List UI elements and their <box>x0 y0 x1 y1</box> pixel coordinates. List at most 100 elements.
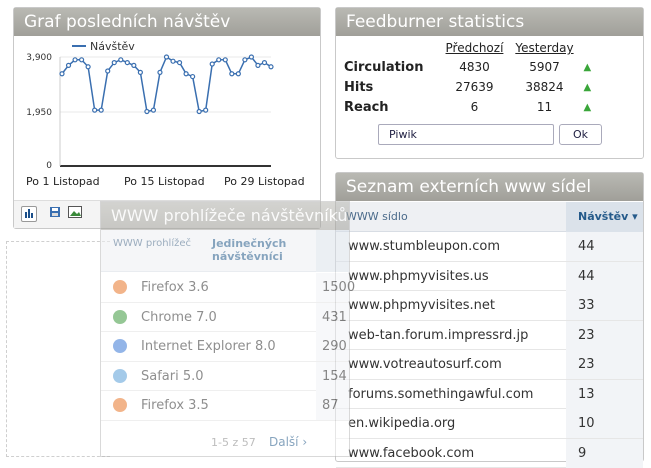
data-point <box>204 108 208 112</box>
pagination-count: 1-5 z 57 <box>211 436 256 449</box>
y-tick-label: 1,950 <box>26 108 52 118</box>
prev-value: 27639 <box>439 77 509 97</box>
browsers-pagination: 1-5 z 57 Další › <box>101 432 349 456</box>
data-point <box>106 69 110 73</box>
col-browser[interactable]: WWW prohlížeč <box>113 238 191 249</box>
browser-visitors: 290 <box>316 332 349 361</box>
site-visits: 23 <box>566 321 643 350</box>
col-yesterday: Yesterday <box>509 39 579 57</box>
prev-value: 4830 <box>439 57 509 77</box>
table-row[interactable]: www.phpmyvisites.us44 <box>336 262 643 292</box>
data-point <box>191 75 195 79</box>
feedburner-title: Feedburner statistics <box>336 8 643 36</box>
visits-line-chart: Návštěv 3,900 1,950 0 Po 1 Listopad Po 1… <box>14 37 320 199</box>
visits-graph-widget: Graf posledních návštěv Návštěv 3,900 1,… <box>13 7 321 229</box>
data-point <box>125 61 129 65</box>
data-point <box>138 70 142 74</box>
firefox-icon <box>113 280 127 294</box>
col-visits-sorted[interactable]: Návštěv ▾ <box>566 202 643 232</box>
table-row[interactable]: Firefox 3.61500 <box>101 273 349 303</box>
browsers-title-text: WWW prohlížeče návštěvníků <box>111 206 348 225</box>
data-point <box>178 61 182 65</box>
site-visits: 23 <box>566 350 643 379</box>
feedburner-row: Reach 6 11 ▲ <box>340 97 595 117</box>
row-label: Circulation <box>340 57 439 77</box>
data-point <box>158 70 162 74</box>
trend-up-icon: ▲ <box>579 97 595 117</box>
data-point <box>249 55 253 59</box>
data-point <box>119 58 123 62</box>
table-row[interactable]: web-tan.forum.impressrd.jp23 <box>336 321 643 351</box>
table-row[interactable]: www.stumbleupon.com44 <box>336 232 643 262</box>
data-point <box>151 108 155 112</box>
table-row[interactable]: en.wikipedia.org10 <box>336 409 643 439</box>
yesterday-value: 5907 <box>509 57 579 77</box>
sites-table-header: WWW sídlo Návštěv ▾ <box>336 202 643 232</box>
legend-label: Návštěv <box>90 40 135 53</box>
site-name: www.facebook.com <box>348 446 474 461</box>
next-page-link[interactable]: Další › <box>269 435 307 449</box>
data-point <box>197 110 201 114</box>
ok-button[interactable]: Ok <box>559 124 602 145</box>
table-row[interactable]: Chrome 7.0431 <box>101 303 349 333</box>
export-icon[interactable] <box>47 206 63 222</box>
data-point <box>236 72 240 76</box>
data-point <box>145 110 149 114</box>
data-point <box>86 65 90 69</box>
data-point <box>184 72 188 76</box>
row-label: Reach <box>340 97 439 117</box>
col-site[interactable]: WWW sídlo <box>346 210 408 223</box>
x-tick-label: Po 1 Listopad <box>26 175 100 188</box>
data-point <box>230 72 234 76</box>
col-unique-visitors[interactable]: Jedinečných návštěvníci <box>316 230 349 272</box>
data-point <box>217 58 221 62</box>
site-visits: 10 <box>566 409 643 438</box>
browsers-table-header: WWW prohlížeč Jedinečných návštěvníci <box>101 230 349 272</box>
image-icon[interactable] <box>67 206 83 222</box>
y-tick-label: 3,900 <box>26 53 52 63</box>
data-point <box>132 63 136 67</box>
data-point <box>243 58 247 62</box>
site-name: www.stumbleupon.com <box>348 239 500 254</box>
table-row[interactable]: Internet Explorer 8.0290 <box>101 332 349 362</box>
site-name: www.votreautosurf.com <box>348 357 502 372</box>
table-row[interactable]: Firefox 3.587 <box>101 391 349 421</box>
graph-title: Graf posledních návštěv <box>14 8 320 36</box>
x-tick-label: Po 15 Listopad <box>124 175 205 188</box>
yesterday-value: 38824 <box>509 77 579 97</box>
site-visits: 13 <box>566 380 643 409</box>
row-label: Hits <box>340 77 439 97</box>
y-tick-label: 0 <box>46 161 52 171</box>
ie-icon <box>113 339 127 353</box>
data-point <box>112 61 116 65</box>
col-unique-text: Jedinečných návštěvníci <box>212 237 292 263</box>
data-point <box>67 63 71 67</box>
external-sites-widget: Seznam externích www sídel WWW sídlo Náv… <box>335 172 644 462</box>
safari-icon <box>113 369 127 383</box>
firefox-icon <box>113 398 127 412</box>
data-point <box>269 65 273 69</box>
table-row[interactable]: Safari 5.0154 <box>101 362 349 392</box>
data-point <box>80 58 84 62</box>
table-row[interactable]: www.facebook.com9 <box>336 439 643 468</box>
browser-name: Firefox 3.6 <box>141 280 209 295</box>
table-row[interactable]: forums.somethingawful.com13 <box>336 380 643 410</box>
data-point <box>210 62 214 66</box>
yesterday-value: 11 <box>509 97 579 117</box>
trend-up-icon: ▲ <box>579 57 595 77</box>
table-row[interactable]: www.phpmyvisites.net33 <box>336 291 643 321</box>
table-row[interactable]: www.votreautosurf.com 23 <box>336 350 643 380</box>
site-visits: 33 <box>566 291 643 320</box>
data-point <box>262 61 266 65</box>
feed-name-input[interactable]: Piwik <box>378 124 554 145</box>
data-point <box>223 58 227 62</box>
browser-name: Firefox 3.5 <box>141 398 209 413</box>
bar-chart-icon[interactable] <box>21 206 37 222</box>
data-point <box>171 59 175 63</box>
prev-value: 6 <box>439 97 509 117</box>
browsers-title[interactable]: WWW prohlížeče návštěvníků <box>101 202 349 230</box>
data-point <box>93 108 97 112</box>
data-point <box>165 55 169 59</box>
browsers-widget[interactable]: WWW prohlížeče návštěvníků WWW prohlížeč… <box>100 201 350 457</box>
feedburner-widget: Feedburner statistics Předchozí Yesterda… <box>335 7 644 159</box>
